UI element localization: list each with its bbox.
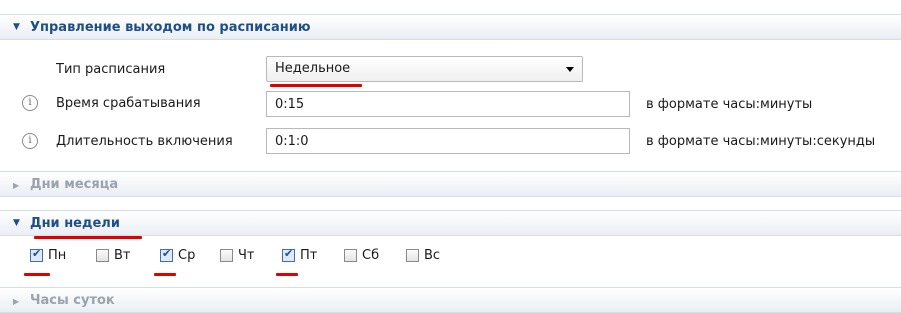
checkbox[interactable]	[406, 249, 419, 262]
check-icon: ✔	[284, 247, 294, 260]
weekday-label: Сб	[362, 248, 380, 263]
info-icon: i	[22, 95, 38, 111]
duration-input[interactable]	[266, 128, 630, 154]
weekday-label: Пт	[300, 248, 318, 263]
annotation-underline-mon	[24, 273, 50, 276]
weekday-label: Вс	[424, 248, 441, 263]
month-days-section-title: Дни месяца	[30, 177, 119, 192]
duration-hint: в формате часы:минуты:секунды	[646, 134, 876, 149]
month-days-section-header[interactable]: ▶ Дни месяца	[0, 171, 901, 197]
trigger-time-input[interactable]	[266, 91, 630, 117]
week-days-section-header[interactable]: ▼ Дни недели	[0, 210, 901, 236]
annotation-underline-schedule-type	[270, 84, 362, 87]
collapse-triangle-icon: ▶	[13, 181, 20, 190]
weekday-label: Вт	[114, 248, 131, 263]
weekday-label: Пн	[48, 248, 67, 263]
expand-triangle-icon: ▼	[13, 22, 20, 32]
info-icon: i	[22, 133, 38, 149]
check-icon: ✔	[32, 247, 42, 260]
annotation-underline-week-days	[34, 236, 142, 239]
schedule-section-title: Управление выходом по расписанию	[30, 20, 311, 35]
checkbox[interactable]: ✔	[160, 247, 173, 262]
schedule-type-dropdown[interactable]: Недельное	[266, 56, 583, 82]
checkbox[interactable]	[220, 249, 233, 262]
day-hours-section-header[interactable]: ▶ Часы суток	[0, 287, 901, 313]
checkbox[interactable]	[344, 249, 357, 262]
schedule-type-value: Недельное	[275, 61, 351, 76]
annotation-underline-wed	[154, 273, 176, 276]
day-hours-section-title: Часы суток	[30, 293, 115, 308]
weekday-label: Чт	[238, 248, 255, 263]
dropdown-arrow-icon	[566, 67, 574, 72]
collapse-triangle-icon: ▶	[13, 297, 20, 306]
weekday-label: Ср	[178, 248, 196, 263]
week-days-section-title: Дни недели	[30, 216, 120, 231]
schedule-type-label: Тип расписания	[56, 62, 166, 77]
annotation-underline-fri	[276, 273, 298, 276]
duration-label: Длительность включения	[56, 134, 233, 149]
schedule-section-header[interactable]: ▼ Управление выходом по расписанию	[0, 14, 901, 40]
trigger-time-label: Время срабатывания	[56, 96, 201, 111]
checkbox[interactable]: ✔	[282, 247, 295, 262]
trigger-time-hint: в формате часы:минуты	[646, 97, 813, 112]
checkbox[interactable]	[96, 249, 109, 262]
expand-triangle-icon: ▼	[13, 218, 20, 228]
checkbox[interactable]: ✔	[30, 247, 43, 262]
check-icon: ✔	[162, 247, 172, 260]
